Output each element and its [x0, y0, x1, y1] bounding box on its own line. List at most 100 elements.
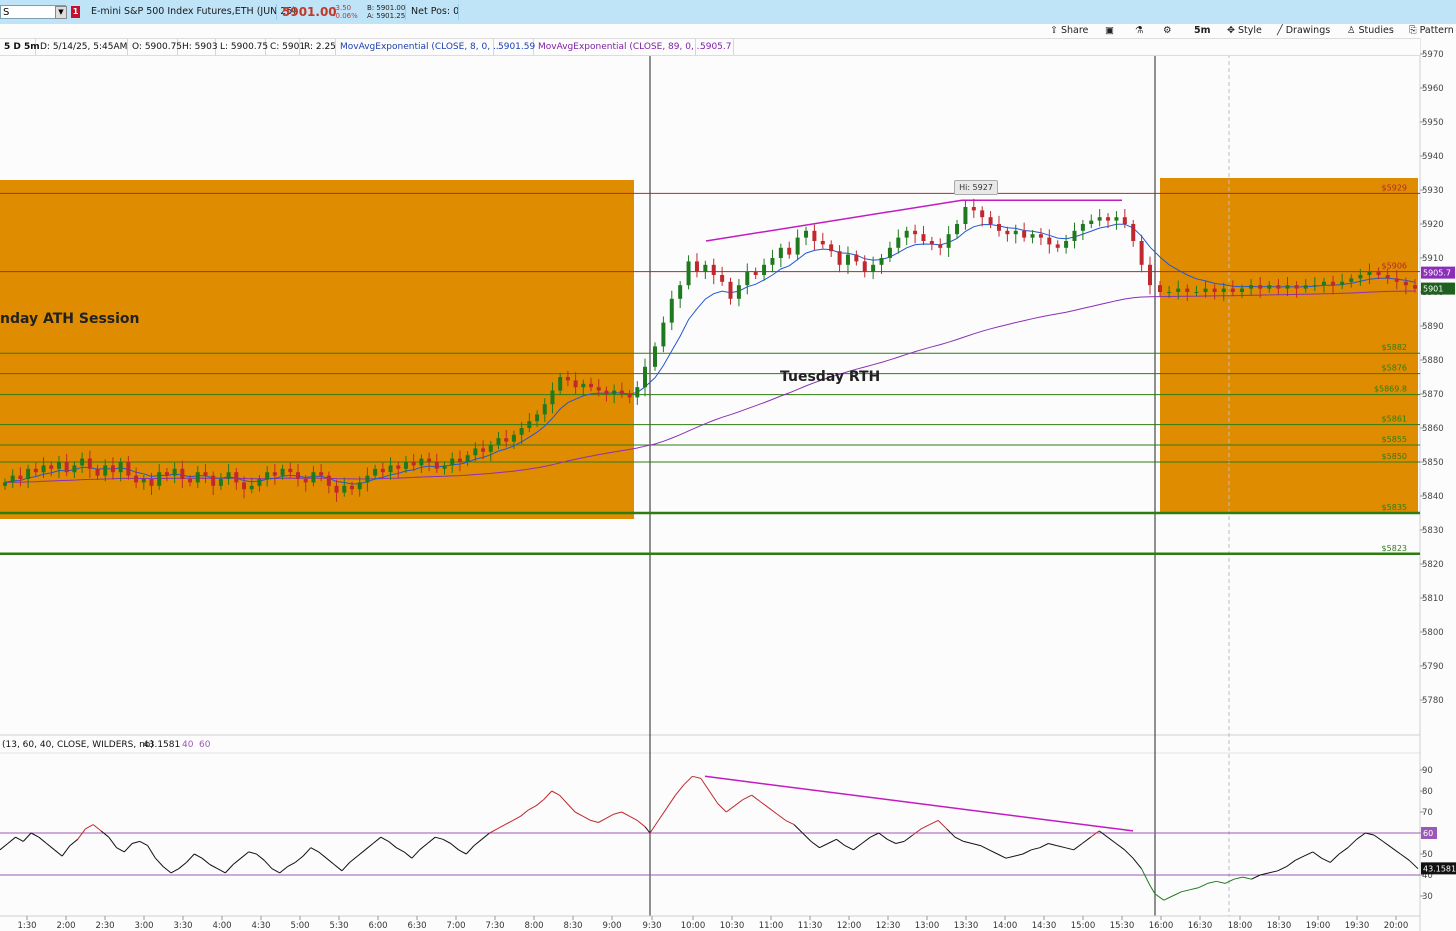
price-tick-label: 5830 — [1422, 526, 1444, 536]
price-level-label: $5855 — [1382, 435, 1407, 444]
candle-body — [1358, 275, 1363, 279]
time-tick-label: 8:00 — [524, 921, 543, 931]
candle-body — [1106, 217, 1111, 221]
share-label: Share — [1060, 25, 1089, 36]
candle-body — [41, 465, 46, 473]
style-icon: ✥ — [1227, 25, 1235, 36]
flask-button[interactable]: ⚗ — [1135, 24, 1147, 38]
share-button[interactable]: ⇪ Share — [1050, 24, 1088, 38]
bid-price: B: 5901.00 — [367, 4, 406, 12]
candle-body — [1394, 278, 1399, 282]
bid-ask-block: B: 5901.00 A: 5901.25 — [367, 4, 405, 20]
candle-body — [762, 264, 767, 275]
osc-level-tag: 60 — [1423, 829, 1433, 838]
candle-body — [1097, 217, 1102, 221]
time-tick-label: 5:30 — [329, 921, 348, 931]
time-tick-label: 4:00 — [212, 921, 231, 931]
change-block: -3.50 -0.06% — [333, 4, 358, 20]
candle-body — [971, 207, 976, 211]
candle-body — [334, 485, 339, 493]
candle-body — [95, 468, 100, 476]
candle-body — [411, 462, 416, 466]
price-tick-label: 5820 — [1422, 560, 1444, 570]
candle-body — [365, 475, 370, 483]
symbol-dropdown-icon[interactable]: ▼ — [55, 6, 67, 19]
price-tick-label: 5940 — [1422, 152, 1444, 162]
divider — [276, 4, 277, 20]
study-level-high: 60 — [199, 740, 211, 750]
pattern-button[interactable]: ⎘ Pattern — [1409, 24, 1454, 38]
candle-body — [1072, 230, 1077, 241]
candle-body — [141, 479, 146, 483]
candle-body — [157, 472, 162, 486]
candle-body — [80, 458, 85, 466]
price-tick-label: 5800 — [1422, 628, 1444, 638]
studies-button[interactable]: ♙ Studies — [1347, 24, 1394, 38]
low-value: L: 5900.75 — [216, 39, 268, 55]
candle-body — [795, 237, 800, 255]
ema-price-tag: 5905.7 — [1423, 269, 1451, 278]
candle-body — [326, 475, 331, 486]
chart-canvas[interactable]: $5929 $5906 $5882 $5876 $5869.8 $5861 $5855 $58… — [0, 0, 1456, 931]
time-tick-label: 13:30 — [954, 921, 979, 931]
candle-body — [787, 247, 792, 255]
candle-body — [434, 462, 439, 469]
drawings-button[interactable]: ╱ Drawings — [1277, 24, 1330, 38]
time-tick-label: 19:30 — [1345, 921, 1370, 931]
candle-body — [1276, 285, 1281, 289]
monday-session-annotation[interactable]: nday ATH Session — [0, 311, 140, 327]
time-tick-label: 11:00 — [759, 921, 784, 931]
candle-body — [349, 485, 354, 490]
candle-body — [1047, 237, 1052, 245]
candle-body — [929, 241, 934, 245]
alert-badge[interactable]: 1 — [71, 6, 80, 18]
candle-body — [1055, 244, 1060, 248]
candle-body — [1158, 285, 1162, 292]
price-tick-label: 5810 — [1422, 594, 1444, 604]
ema-slow-label[interactable]: MovAvgExponential (CLOSE, 89, 0, ... — [534, 39, 705, 55]
candle-body — [596, 387, 601, 391]
time-tick-label: 18:00 — [1228, 921, 1253, 931]
price-level-label: $5869.8 — [1374, 385, 1407, 394]
candle-body — [1249, 285, 1254, 289]
candle-body — [49, 465, 54, 469]
price-level-label: $5835 — [1382, 503, 1407, 512]
candle-body — [820, 241, 825, 245]
price-level-label: $5882 — [1382, 343, 1407, 352]
candle-body — [829, 244, 834, 252]
style-button[interactable]: ✥ Style — [1227, 24, 1262, 38]
candle-body — [573, 380, 578, 388]
candle-body — [887, 247, 892, 258]
candle-body — [946, 234, 951, 248]
ema-fast-value: 5901.59 — [494, 39, 535, 55]
candle-body — [72, 465, 77, 473]
price-level-label: $5876 — [1382, 364, 1407, 373]
time-tick-label: 16:00 — [1149, 921, 1174, 931]
style-label: Style — [1237, 25, 1262, 36]
candle-body — [288, 468, 293, 473]
candle-body — [134, 475, 139, 483]
timeframe-button[interactable]: 5m — [1194, 24, 1211, 38]
candle-body — [1185, 288, 1190, 292]
candle-body — [357, 482, 362, 490]
settings-button[interactable]: ⚙ — [1163, 24, 1175, 38]
ema-fast-label[interactable]: MovAvgExponential (CLOSE, 8, 0, ... — [336, 39, 502, 55]
flask-icon: ⚗ — [1135, 25, 1144, 36]
pattern-icon: ⎘ — [1409, 25, 1417, 36]
candle-body — [1285, 285, 1290, 289]
pct-change: -0.06% — [333, 12, 358, 20]
candle-body — [126, 462, 131, 476]
candle-body — [542, 404, 547, 415]
price-tick-label: 5840 — [1422, 492, 1444, 502]
tuesday-rth-annotation[interactable]: Tuesday RTH — [780, 369, 880, 385]
period-label[interactable]: 5 D 5m — [0, 39, 40, 55]
time-tick-label: 7:30 — [485, 921, 504, 931]
study-label[interactable]: (13, 60, 40, CLOSE, WILDERS, no) — [2, 738, 154, 753]
snapshot-button[interactable]: ▣ — [1105, 24, 1117, 38]
price-tick-label: 5790 — [1422, 662, 1444, 672]
candle-body — [1005, 230, 1010, 235]
candle-body — [1176, 288, 1181, 292]
date-label: D: 5/14/25, 5:45AM — [36, 39, 128, 55]
candle-body — [980, 210, 985, 218]
candle-body — [604, 390, 609, 394]
